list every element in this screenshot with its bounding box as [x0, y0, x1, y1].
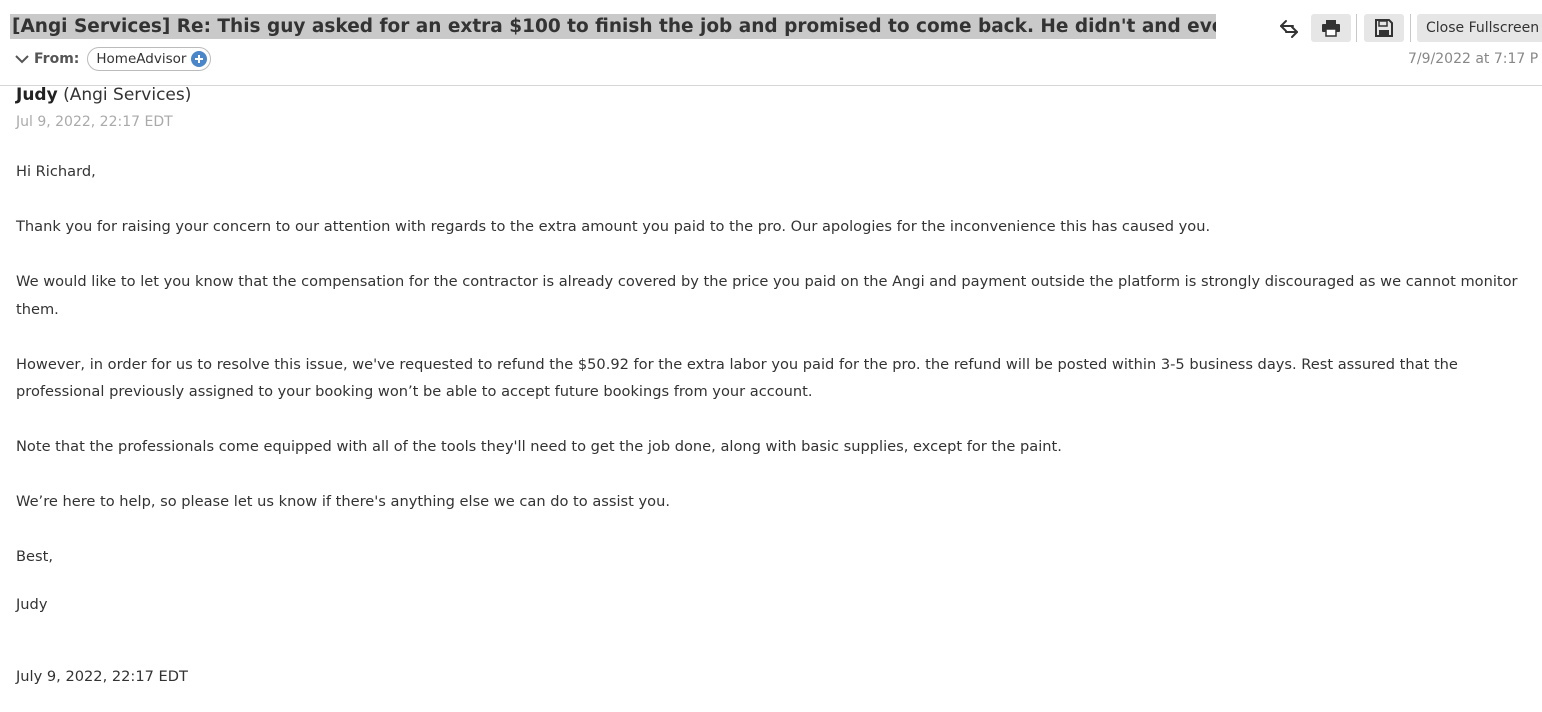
print-button[interactable] [1311, 14, 1351, 42]
from-label: From: [34, 51, 80, 67]
reply-all-icon[interactable] [1278, 17, 1300, 39]
footer-timestamp: July 9, 2022, 22:17 EDT [16, 668, 188, 685]
chevron-down-icon[interactable] [14, 51, 30, 67]
toolbar-divider [1410, 14, 1411, 42]
message-subject[interactable]: [Angi Services] Re: This guy asked for a… [10, 14, 1216, 39]
sender-chip[interactable]: HomeAdvisor [87, 47, 212, 71]
sender-chip-label: HomeAdvisor [96, 51, 187, 67]
message-header-bar: [Angi Services] Re: This guy asked for a… [0, 0, 1542, 86]
body-paragraph: We’re here to help, so please let us kno… [16, 493, 670, 510]
sender-name: Judy [16, 85, 58, 105]
greeting: Hi Richard, [16, 163, 96, 180]
save-icon [1375, 19, 1393, 37]
message-sender: Judy (Angi Services) [16, 85, 191, 105]
body-paragraph: Thank you for raising your concern to ou… [16, 218, 1211, 235]
plus-circle-icon[interactable] [191, 51, 208, 67]
received-date: 7/9/2022 at 7:17 P [1408, 51, 1539, 67]
signature: Judy [16, 595, 48, 613]
message-body: Hi Richard, Thank you for raising your c… [16, 158, 1526, 646]
sign-off: Best, [16, 548, 53, 565]
body-paragraph: Note that the professionals come equippe… [16, 438, 1062, 455]
sent-timestamp: Jul 9, 2022, 22:17 EDT [16, 114, 173, 130]
print-icon [1322, 20, 1340, 37]
body-paragraph: We would like to let you know that the c… [16, 273, 1518, 318]
save-button[interactable] [1364, 14, 1404, 42]
body-paragraph: However, in order for us to resolve this… [16, 355, 1458, 401]
from-row: From: HomeAdvisor [14, 46, 212, 72]
toolbar-divider [1356, 14, 1357, 42]
sender-org: (Angi Services) [63, 85, 192, 105]
close-fullscreen-button[interactable]: Close Fullscreen [1417, 14, 1542, 42]
